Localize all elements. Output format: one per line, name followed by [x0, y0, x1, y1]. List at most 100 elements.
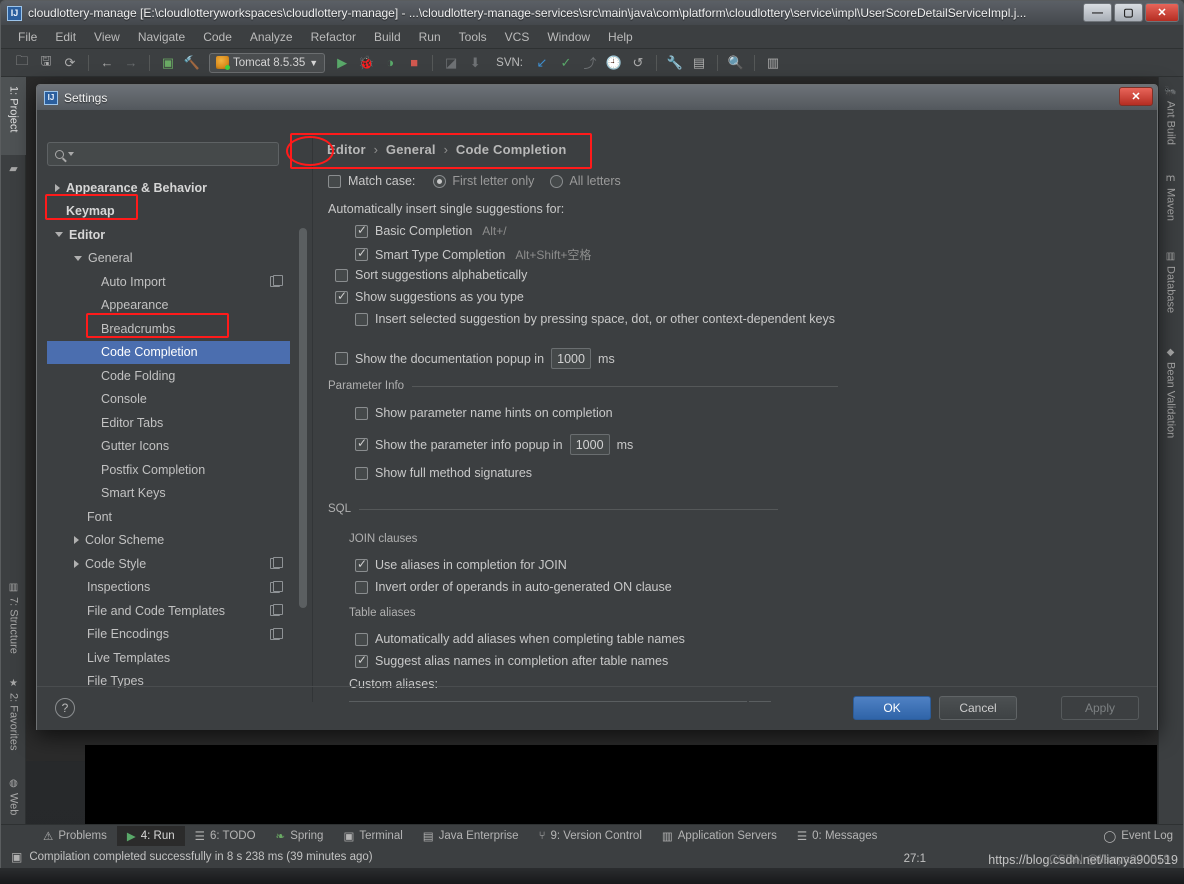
run-icon[interactable]: ▶ [331, 52, 353, 74]
sidebar-item-favorites[interactable]: ★ 2: Favorites [1, 673, 26, 769]
minimize-icon[interactable]: — [1083, 3, 1112, 22]
menu-run[interactable]: Run [410, 28, 450, 46]
breadcrumb-editor[interactable]: Editor [327, 142, 366, 157]
param-info-delay-input[interactable]: 1000 [569, 434, 610, 455]
tree-item-code-style[interactable]: Code Style [47, 552, 290, 576]
statusbar-item-event-log[interactable]: ◯ Event Log [1093, 826, 1183, 846]
match-case-checkbox[interactable] [328, 174, 341, 188]
caret-position[interactable]: 27:1 [904, 853, 926, 865]
menu-analyze[interactable]: Analyze [241, 28, 302, 46]
project-structure-icon[interactable]: ▤ [688, 52, 710, 74]
menu-view[interactable]: View [85, 28, 129, 46]
forward-arrow-icon[interactable]: → [120, 52, 142, 74]
statusbar-item-spring[interactable]: ❧ Spring [266, 826, 334, 846]
maximize-icon[interactable]: ▢ [1114, 3, 1143, 22]
tree-item-postfix-completion[interactable]: Postfix Completion [47, 458, 290, 482]
settings-close-icon[interactable]: ✕ [1119, 87, 1153, 106]
build-hammer-icon[interactable]: 🔨 [181, 52, 203, 74]
panel-divider[interactable] [312, 136, 313, 702]
basic-completion-checkbox[interactable] [355, 223, 368, 238]
full-method-signatures-checkbox[interactable] [355, 466, 368, 480]
sort-suggestions-checkbox[interactable] [335, 268, 348, 282]
database-sync-icon[interactable]: ▥ [762, 52, 784, 74]
doc-popup-checkbox[interactable] [335, 352, 348, 365]
tree-item-auto-import[interactable]: Auto Import [47, 270, 290, 294]
statusbar-item-run[interactable]: ▶ 4: Run [116, 825, 185, 846]
doc-popup-delay-input[interactable]: 1000 [551, 348, 592, 369]
push-icon[interactable]: ⤴ [579, 52, 601, 74]
invert-order-checkbox[interactable] [355, 580, 368, 594]
search-icon[interactable]: 🔍 [725, 52, 747, 74]
menu-build[interactable]: Build [365, 28, 410, 46]
sidebar-item-bean-validation[interactable]: ◆ Bean Validation [1158, 343, 1183, 463]
statusbar-item-problems[interactable]: ⚠ Problems [33, 826, 117, 846]
history-icon[interactable]: 🕘 [603, 52, 625, 74]
sidebar-item-project[interactable]: 1: Project [1, 77, 26, 155]
tree-item-console[interactable]: Console [47, 388, 290, 412]
tree-item-editor-tabs[interactable]: Editor Tabs [47, 411, 290, 435]
menu-vcs[interactable]: VCS [496, 28, 539, 46]
search-input[interactable] [47, 142, 279, 166]
tree-item-inspections[interactable]: Inspections [47, 576, 290, 600]
sidebar-item-maven[interactable]: ⅿ Maven [1158, 169, 1183, 239]
update-project-icon[interactable]: ↙ [531, 52, 553, 74]
cancel-button[interactable]: Cancel [939, 696, 1017, 720]
run-configuration-selector[interactable]: Tomcat 8.5.35 ▼ [209, 52, 326, 73]
debug-icon[interactable]: 🐞 [355, 52, 377, 74]
first-letter-only-radio[interactable] [433, 174, 447, 188]
param-info-popup-checkbox[interactable] [355, 436, 368, 451]
save-all-icon[interactable]: 🖫 [35, 52, 57, 74]
auto-add-aliases-checkbox[interactable] [355, 632, 368, 646]
smart-type-completion-checkbox[interactable] [355, 246, 368, 261]
apply-button[interactable]: Apply [1061, 696, 1139, 720]
tree-item-appearance-behavior[interactable]: Appearance & Behavior [47, 176, 290, 200]
tree-item-file-and-code-templates[interactable]: File and Code Templates [47, 599, 290, 623]
statusbar-item-application-servers[interactable]: ▥ Application Servers [652, 826, 787, 846]
all-letters-radio[interactable] [550, 174, 564, 188]
insert-selected-suggestion-checkbox[interactable] [355, 312, 368, 326]
menu-window[interactable]: Window [538, 28, 599, 46]
tree-item-editor[interactable]: Editor [47, 223, 290, 247]
sync-icon[interactable]: ⟳ [59, 52, 81, 74]
menu-navigate[interactable]: Navigate [129, 28, 194, 46]
statusbar-item-messages[interactable]: ☰ 0: Messages [787, 826, 888, 846]
back-arrow-icon[interactable]: ← [96, 52, 118, 74]
ok-button[interactable]: OK [853, 696, 931, 720]
tree-item-file-encodings[interactable]: File Encodings [47, 623, 290, 647]
menu-tools[interactable]: Tools [450, 28, 496, 46]
suggest-alias-names-checkbox[interactable] [355, 653, 368, 668]
menu-help[interactable]: Help [599, 28, 642, 46]
tree-scrollbar[interactable] [299, 228, 307, 608]
use-aliases-join-checkbox[interactable] [355, 557, 368, 572]
statusbar-item-version-control[interactable]: ⑂ 9: Version Control [529, 826, 652, 846]
run-with-coverage-icon[interactable]: ◑ [379, 52, 401, 74]
show-suggestions-checkbox[interactable] [335, 289, 348, 304]
sidebar-item-database[interactable]: ▥ Database [1158, 247, 1183, 335]
statusbar-item-terminal[interactable]: ▣ Terminal [333, 826, 412, 846]
tree-item-keymap[interactable]: Keymap [47, 200, 290, 224]
tree-item-appearance[interactable]: Appearance [47, 294, 290, 318]
menu-file[interactable]: File [9, 28, 46, 46]
close-icon[interactable]: ✕ [1145, 3, 1179, 22]
stop-icon[interactable]: ■ [403, 52, 425, 74]
rollback-icon[interactable]: ↺ [627, 52, 649, 74]
commit-icon[interactable]: ✓ [555, 52, 577, 74]
tree-item-font[interactable]: Font [47, 505, 290, 529]
menu-edit[interactable]: Edit [46, 28, 85, 46]
settings-tree[interactable]: Appearance & Behavior Keymap Editor Gene… [47, 176, 290, 696]
tree-item-breadcrumbs[interactable]: Breadcrumbs [47, 317, 290, 341]
tree-item-code-completion[interactable]: Code Completion [47, 340, 290, 364]
run-window-icon[interactable]: ▣ [157, 52, 179, 74]
tree-item-code-folding[interactable]: Code Folding [47, 364, 290, 388]
menu-code[interactable]: Code [194, 28, 241, 46]
help-button[interactable]: ? [55, 698, 75, 718]
open-folder-icon[interactable]: 🗀 [11, 52, 33, 74]
tree-item-gutter-icons[interactable]: Gutter Icons [47, 435, 290, 459]
sidebar-item-ant-build[interactable]: 🐜 Ant Build [1158, 81, 1183, 161]
menu-refactor[interactable]: Refactor [302, 28, 365, 46]
breadcrumb-general[interactable]: General [386, 142, 436, 157]
settings-wrench-icon[interactable]: 🔧 [664, 52, 686, 74]
tree-item-smart-keys[interactable]: Smart Keys [47, 482, 290, 506]
statusbar-item-java-enterprise[interactable]: ▤ Java Enterprise [413, 826, 529, 846]
sidebar-item-structure[interactable]: ▥ 7: Structure [1, 577, 26, 669]
